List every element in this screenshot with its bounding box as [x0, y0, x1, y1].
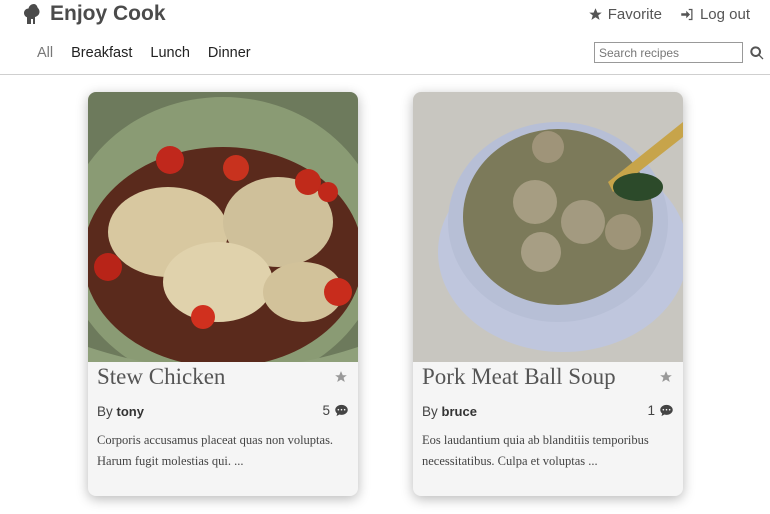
favorite-label: Favorite	[607, 6, 662, 23]
category-breakfast[interactable]: Breakfast	[71, 45, 132, 61]
by-label: By	[97, 404, 113, 419]
recipe-photo-stew-chicken[interactable]	[88, 92, 358, 362]
recipe-description: Corporis accusamus placeat quas non volu…	[97, 433, 334, 468]
star-icon	[589, 8, 602, 20]
comment-count[interactable]: 5	[322, 403, 349, 418]
recipe-title[interactable]: Stew Chicken	[97, 364, 225, 390]
recipe-description: Eos laudantium quia ab blanditiis tempor…	[422, 433, 649, 468]
brand[interactable]: Enjoy Cook	[20, 2, 166, 26]
logout-label: Log out	[699, 6, 750, 23]
app-title: Enjoy Cook	[50, 2, 166, 25]
recipe-card[interactable]: Stew Chicken By tony 5 Corporis accusamu…	[88, 92, 358, 496]
top-nav: Favorite Log out	[588, 6, 750, 23]
category-all[interactable]: All	[37, 45, 53, 61]
by-label: By	[422, 404, 438, 419]
recipe-byline: By bruce	[422, 404, 477, 419]
recipe-title[interactable]: Pork Meat Ball Soup	[422, 364, 616, 390]
search-input[interactable]	[594, 42, 743, 63]
recipe-card[interactable]: Pork Meat Ball Soup By bruce 1 Eos lauda…	[413, 92, 683, 496]
stew-chicken-image	[88, 92, 358, 362]
category-lunch[interactable]: Lunch	[150, 45, 190, 61]
recipe-author[interactable]: tony	[117, 404, 144, 419]
category-nav: All Breakfast Lunch Dinner	[37, 45, 251, 61]
comment-count-value: 1	[647, 403, 655, 418]
logout-link[interactable]: Log out	[680, 6, 750, 23]
star-icon[interactable]	[334, 370, 348, 384]
recipe-byline: By tony	[97, 404, 144, 419]
search-icon[interactable]	[749, 45, 765, 61]
recipe-author[interactable]: bruce	[442, 404, 477, 419]
chef-hat-icon	[24, 4, 40, 24]
favorite-link[interactable]: Favorite	[588, 6, 662, 23]
comment-count-value: 5	[322, 403, 330, 418]
category-dinner[interactable]: Dinner	[208, 45, 251, 61]
meatball-soup-image	[413, 92, 683, 362]
header-divider	[0, 74, 770, 75]
comment-icon	[660, 404, 673, 417]
comment-icon	[335, 404, 348, 417]
recipe-photo-pork-meat-ball-soup[interactable]	[413, 92, 683, 362]
comment-count[interactable]: 1	[647, 403, 674, 418]
search-bar	[594, 42, 765, 63]
sign-out-icon	[681, 8, 693, 21]
star-icon[interactable]	[659, 370, 673, 384]
